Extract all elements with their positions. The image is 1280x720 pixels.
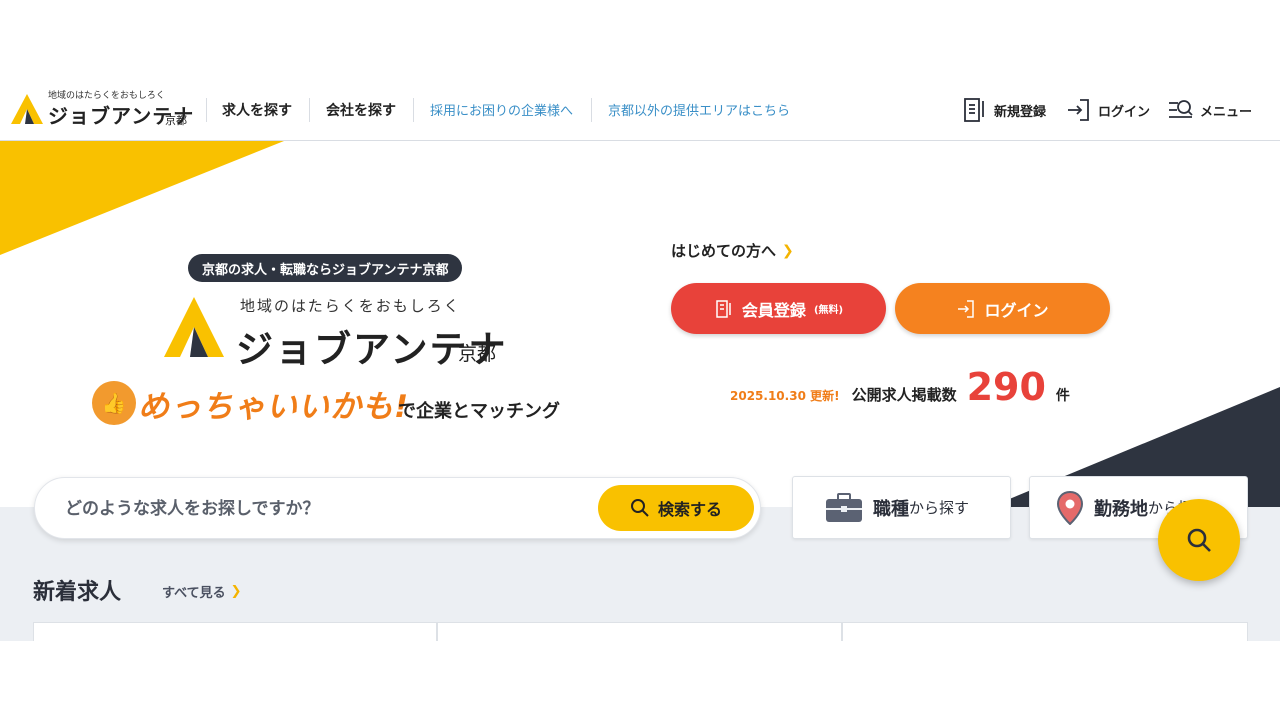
register-doc-icon <box>964 98 984 122</box>
decor-yellow-triangle <box>0 141 284 255</box>
register-button[interactable]: 会員登録 (無料) <box>671 283 886 334</box>
hero-catchphrase: めっちゃいいかも! <box>138 389 410 425</box>
header-login-label: ログイン <box>1098 104 1151 120</box>
search-bar: 検索する <box>34 477 761 539</box>
hero-logo-mark-icon <box>164 297 224 357</box>
chevron-right-icon: ❯ <box>782 242 794 259</box>
search-icon <box>630 499 649 517</box>
register-note: (無料) <box>813 305 844 316</box>
browse-by-job-type-button[interactable]: 職種 から探す <box>792 476 1011 539</box>
login-label: ログイン <box>984 300 1049 320</box>
thumbs-up-icon: 👍 <box>92 381 136 425</box>
job-card[interactable] <box>437 622 842 641</box>
header-register-label: 新規登録 <box>994 104 1047 120</box>
site-header: 地域のはたらくをおもしろく ジョブアンテナ 京都 求人を探す 会社を探す 採用に… <box>0 80 1280 141</box>
job-count-label: 公開求人掲載数 <box>851 386 957 404</box>
logo-city: 京都 <box>165 114 187 127</box>
hero-section: 京都の求人・転職ならジョブアンテナ京都 地域のはたらくをおもしろく ジョブアンテ… <box>0 141 1280 507</box>
hero-logo-city: 京都 <box>458 343 497 365</box>
browse-job-suffix: から探す <box>909 499 970 517</box>
job-card[interactable] <box>842 622 1248 641</box>
first-time-link[interactable]: はじめての方へ ❯ <box>671 240 794 261</box>
hero-catchphrase-sub: で企業とマッチング <box>398 401 560 422</box>
search-button[interactable]: 検索する <box>598 485 754 531</box>
floating-search-button[interactable] <box>1158 499 1240 581</box>
search-input[interactable] <box>65 496 585 522</box>
job-count-unit: 件 <box>1055 388 1070 404</box>
nav-divider <box>309 98 310 122</box>
nav-find-companies[interactable]: 会社を探す <box>326 100 396 120</box>
link-other-areas[interactable]: 京都以外の提供エリアはこちら <box>608 100 790 119</box>
logo-mark-icon <box>11 94 43 124</box>
see-all-link[interactable]: すべて見る ❯ <box>162 582 241 601</box>
nav-divider <box>591 98 592 122</box>
see-all-label: すべて見る <box>162 586 226 601</box>
search-button-label: 検索する <box>657 500 722 519</box>
login-button[interactable]: ログイン <box>895 283 1110 334</box>
page: 地域のはたらくをおもしろく ジョブアンテナ 京都 求人を探す 会社を探す 採用に… <box>0 0 1280 720</box>
job-card[interactable] <box>33 622 437 641</box>
search-icon <box>1187 528 1211 552</box>
job-count-stats: 2025.10.30 更新! 公開求人掲載数 290 件 <box>730 365 1070 409</box>
updated-date: 2025.10.30 更新! <box>730 389 840 403</box>
link-for-employers[interactable]: 採用にお困りの企業様へ <box>430 100 573 119</box>
new-jobs-title: 新着求人 <box>33 580 122 605</box>
hero-tagline: 地域のはたらくをおもしろく <box>240 297 461 315</box>
header-menu-label: メニュー <box>1200 104 1253 120</box>
hero-pill: 京都の求人・転職ならジョブアンテナ京都 <box>188 254 463 282</box>
browse-area-label: 勤務地 <box>1094 498 1148 520</box>
register-doc-icon <box>716 299 731 318</box>
header-menu-button[interactable]: メニュー <box>1168 96 1252 124</box>
nav-divider <box>206 98 207 122</box>
login-icon <box>958 299 975 318</box>
register-label: 会員登録 <box>741 300 806 320</box>
header-login-button[interactable]: ログイン <box>1066 96 1150 124</box>
login-icon <box>1068 99 1089 121</box>
header-register-button[interactable]: 新規登録 <box>962 96 1046 124</box>
nav-find-jobs[interactable]: 求人を探す <box>222 100 292 120</box>
first-time-label: はじめての方へ <box>671 242 777 260</box>
location-pin-icon <box>1056 490 1084 525</box>
chevron-right-icon: ❯ <box>230 584 242 599</box>
menu-search-icon <box>1169 100 1193 118</box>
briefcase-icon <box>826 492 862 522</box>
browse-job-label: 職種 <box>873 498 909 520</box>
nav-divider <box>413 98 414 122</box>
hero-pill-text: 京都の求人・転職ならジョブアンテナ京都 <box>202 262 449 278</box>
job-count-number: 290 <box>966 365 1046 409</box>
